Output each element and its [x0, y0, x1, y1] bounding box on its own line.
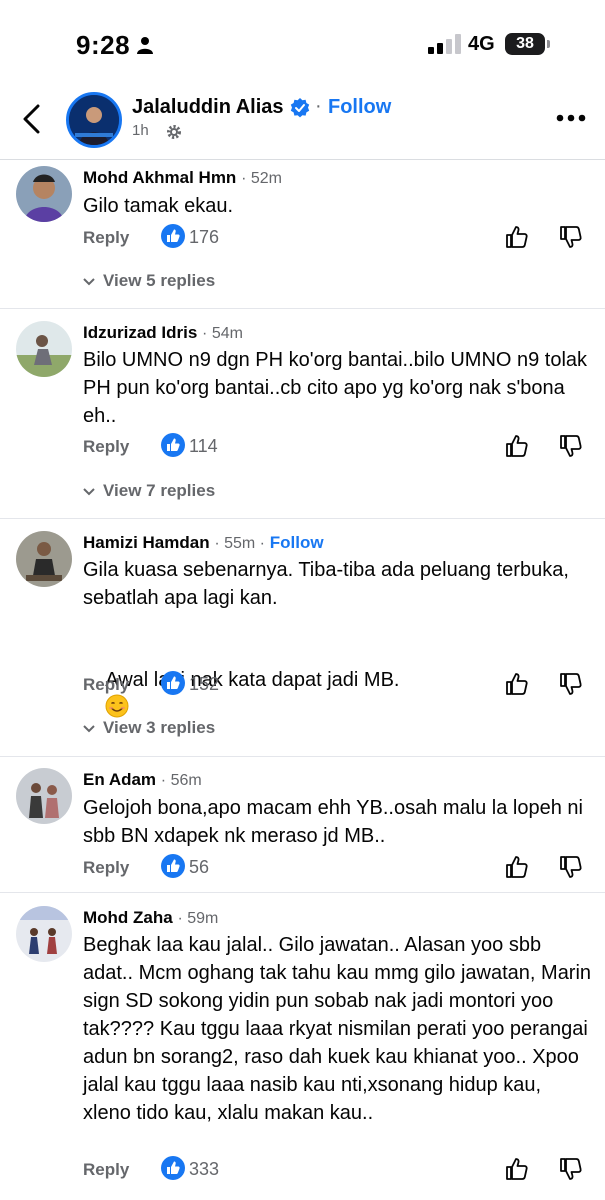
comment-time: 59m: [187, 910, 219, 927]
view-replies-link[interactable]: View 5 replies: [83, 271, 215, 291]
status-bar: 9:28 4G 38: [0, 0, 605, 88]
commenter-name[interactable]: Idzurizad Idris · 54m: [83, 323, 243, 343]
page-avatar[interactable]: [66, 92, 122, 148]
battery-tip: [547, 40, 550, 48]
like-badge-icon: [161, 671, 185, 695]
commenter-name[interactable]: Mohd Zaha · 59m: [83, 908, 218, 928]
status-time: 9:28: [76, 30, 131, 60]
comment-divider: [0, 308, 605, 309]
comment-item: Mohd Akhmal Hmn · 52m Gilo tamak ekau. R…: [0, 160, 605, 315]
chevron-down-icon: [83, 487, 95, 495]
more-horizontal-icon[interactable]: [556, 114, 586, 122]
comment-text: Gelojoh bona,apo macam ehh YB..osah malu…: [83, 797, 589, 847]
comment-time: 52m: [250, 170, 282, 187]
like-badge-icon: [161, 1156, 185, 1180]
thumbs-down-icon[interactable]: [559, 224, 583, 250]
thumbs-up-icon[interactable]: [505, 433, 529, 459]
chevron-down-icon: [83, 277, 95, 285]
comment-item: Idzurizad Idris · 54m Bilo UMNO n9 dgn P…: [0, 315, 605, 515]
thumbs-up-icon[interactable]: [505, 671, 529, 697]
like-badge-icon: [161, 433, 185, 457]
signal-icon: [428, 34, 461, 54]
thumbs-up-icon[interactable]: [505, 1156, 529, 1182]
comment-actions: Reply 176: [83, 224, 593, 254]
commenter-avatar[interactable]: [16, 768, 72, 824]
page-name[interactable]: Jalaluddin Alias: [132, 96, 284, 119]
like-count: 56: [189, 857, 210, 877]
gear-icon: [167, 125, 181, 139]
thumbs-down-icon[interactable]: [559, 1156, 583, 1182]
battery-icon: 38: [505, 33, 545, 55]
commenter-avatar[interactable]: [16, 166, 72, 222]
comment-actions: Reply 114: [83, 433, 593, 463]
commenter-name[interactable]: En Adam · 56m: [83, 770, 202, 790]
post-header: Jalaluddin Alias · Follow 1h: [0, 88, 605, 160]
comment-divider: [0, 892, 605, 893]
reply-button[interactable]: Reply: [83, 1160, 129, 1180]
post-time: 1h: [132, 122, 149, 139]
thumbs-down-icon[interactable]: [559, 433, 583, 459]
thumbs-down-icon[interactable]: [559, 671, 583, 697]
verified-badge-icon: [290, 98, 310, 118]
like-count: 114: [189, 436, 218, 456]
separator-dot: ·: [315, 95, 322, 117]
commenter-name[interactable]: Hamizi Hamdan · 55m · Follow: [83, 533, 324, 553]
comment-actions: Reply 56: [83, 854, 593, 884]
reply-button[interactable]: Reply: [83, 228, 129, 248]
person-icon: [137, 37, 153, 54]
comment-text: Bilo UMNO n9 dgn PH ko'org bantai..bilo …: [83, 349, 593, 427]
comment-divider: [0, 756, 605, 757]
like-count: 152: [189, 674, 220, 694]
comment-text: Beghak laa kau jalal.. Gilo jawatan.. Al…: [83, 934, 597, 1124]
thumbs-down-icon[interactable]: [559, 854, 583, 880]
comment-divider: [0, 518, 605, 519]
like-count: 333: [189, 1159, 220, 1179]
network-type: 4G: [468, 33, 495, 55]
comment-actions: Reply 152: [83, 671, 593, 701]
reply-button[interactable]: Reply: [83, 858, 129, 878]
thumbs-up-icon[interactable]: [505, 854, 529, 880]
reply-button[interactable]: Reply: [83, 675, 129, 695]
commenter-avatar[interactable]: [16, 531, 72, 587]
view-replies-link[interactable]: View 7 replies: [83, 481, 215, 501]
comment-item: Mohd Zaha · 59m Beghak laa kau jalal.. G…: [0, 900, 605, 1200]
follow-page-button[interactable]: Follow: [328, 96, 391, 119]
comment-item: En Adam · 56m Gelojoh bona,apo macam ehh…: [0, 762, 605, 892]
view-replies-link[interactable]: View 3 replies: [83, 718, 215, 738]
commenter-name[interactable]: Mohd Akhmal Hmn · 52m: [83, 168, 282, 188]
like-badge-icon: [161, 224, 185, 248]
commenter-avatar[interactable]: [16, 321, 72, 377]
reply-button[interactable]: Reply: [83, 437, 129, 457]
comment-time: 54m: [211, 325, 243, 342]
follow-commenter-button[interactable]: Follow: [270, 533, 324, 552]
comment-text: Gilo tamak ekau.: [83, 195, 234, 217]
like-badge-icon: [161, 854, 185, 878]
thumbs-up-icon[interactable]: [505, 224, 529, 250]
like-count: 176: [189, 227, 220, 247]
comment-time: 55m: [224, 535, 256, 552]
back-chevron-icon[interactable]: [20, 102, 44, 136]
comment-actions: Reply 333: [83, 1156, 593, 1186]
comment-item: Hamizi Hamdan · 55m · Follow Gila kuasa …: [0, 525, 605, 755]
comment-time: 56m: [170, 772, 202, 789]
commenter-avatar[interactable]: [16, 906, 72, 962]
chevron-down-icon: [83, 724, 95, 732]
comment-text: Gila kuasa sebenarnya. Tiba-tiba ada pel…: [83, 559, 575, 609]
